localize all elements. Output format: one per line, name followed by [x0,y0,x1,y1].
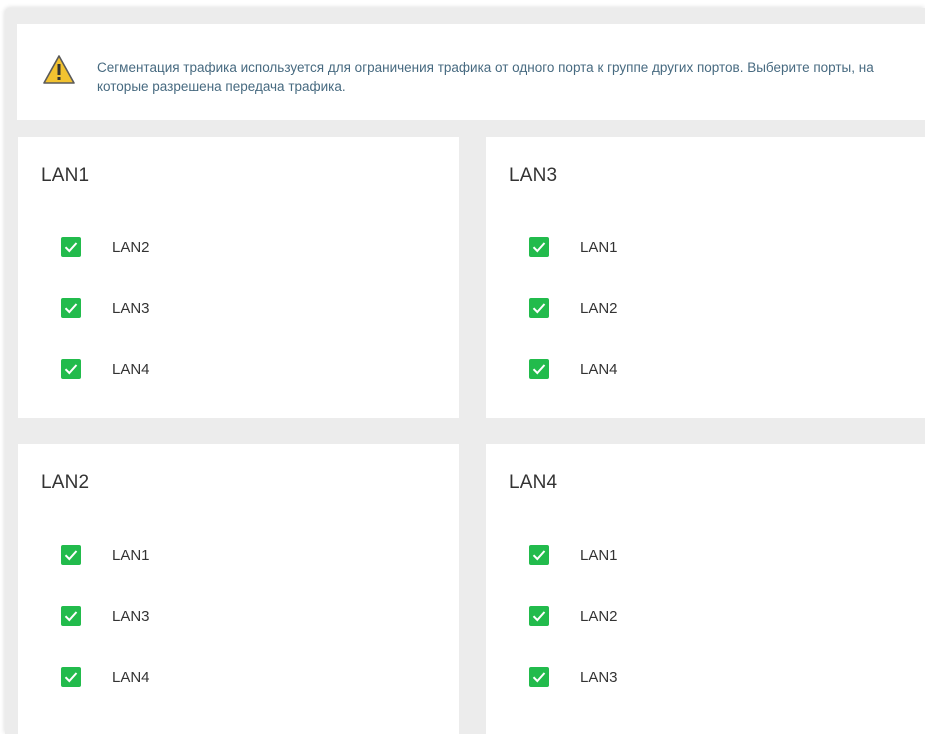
port-option-label: LAN1 [580,238,618,256]
checkmark-icon [532,550,546,561]
port-option[interactable]: LAN4 [529,358,618,380]
notice-text: Сегментация трафика используется для огр… [97,60,874,94]
checkbox[interactable] [61,237,81,257]
port-option-label: LAN3 [112,607,150,625]
checkbox[interactable] [529,298,549,318]
checkbox[interactable] [61,606,81,626]
port-card-lan4: LAN4 LAN1 LAN2 LAN3 [486,444,925,734]
port-option[interactable]: LAN3 [61,605,150,627]
port-option-label: LAN1 [112,546,150,564]
port-option[interactable]: LAN2 [61,236,150,258]
port-option[interactable]: LAN2 [529,605,618,627]
checkbox[interactable] [529,606,549,626]
checkbox[interactable] [529,359,549,379]
port-option-label: LAN3 [112,299,150,317]
checkbox[interactable] [61,667,81,687]
checkbox[interactable] [529,667,549,687]
port-option[interactable]: LAN2 [529,297,618,319]
checkbox[interactable] [529,237,549,257]
checkbox[interactable] [61,359,81,379]
port-card-title: LAN3 [509,165,558,186]
port-option[interactable]: LAN4 [61,358,150,380]
checkmark-icon [64,364,78,375]
checkmark-icon [532,242,546,253]
checkbox[interactable] [529,545,549,565]
checkbox[interactable] [61,545,81,565]
checkmark-icon [532,611,546,622]
port-option[interactable]: LAN3 [61,297,150,319]
port-option[interactable]: LAN3 [529,666,618,688]
checkmark-icon [64,303,78,314]
port-card-lan1: LAN1 LAN2 LAN3 LAN4 [18,137,459,418]
warning-icon [43,55,75,84]
port-card-title: LAN4 [509,472,558,493]
port-option[interactable]: LAN1 [61,544,150,566]
port-card-lan2: LAN2 LAN1 LAN3 LAN4 [18,444,459,734]
checkbox[interactable] [61,298,81,318]
checkmark-icon [64,611,78,622]
port-option-label: LAN4 [112,360,150,378]
checkmark-icon [532,364,546,375]
checkmark-icon [532,303,546,314]
port-option-label: LAN2 [112,238,150,256]
checkmark-icon [64,550,78,561]
port-option-label: LAN2 [580,607,618,625]
port-option-label: LAN3 [580,668,618,686]
port-card-title: LAN2 [41,472,90,493]
port-option-label: LAN2 [580,299,618,317]
port-option-label: LAN4 [580,360,618,378]
segmentation-panel: Сегментация трафика используется для огр… [5,8,925,734]
checkmark-icon [64,242,78,253]
port-option[interactable]: LAN1 [529,544,618,566]
port-option[interactable]: LAN1 [529,236,618,258]
info-notice: Сегментация трафика используется для огр… [17,24,925,120]
port-card-title: LAN1 [41,165,90,186]
checkmark-icon [532,672,546,683]
checkmark-icon [64,672,78,683]
port-option[interactable]: LAN4 [61,666,150,688]
port-option-label: LAN4 [112,668,150,686]
port-option-label: LAN1 [580,546,618,564]
port-card-lan3: LAN3 LAN1 LAN2 LAN4 [486,137,925,418]
